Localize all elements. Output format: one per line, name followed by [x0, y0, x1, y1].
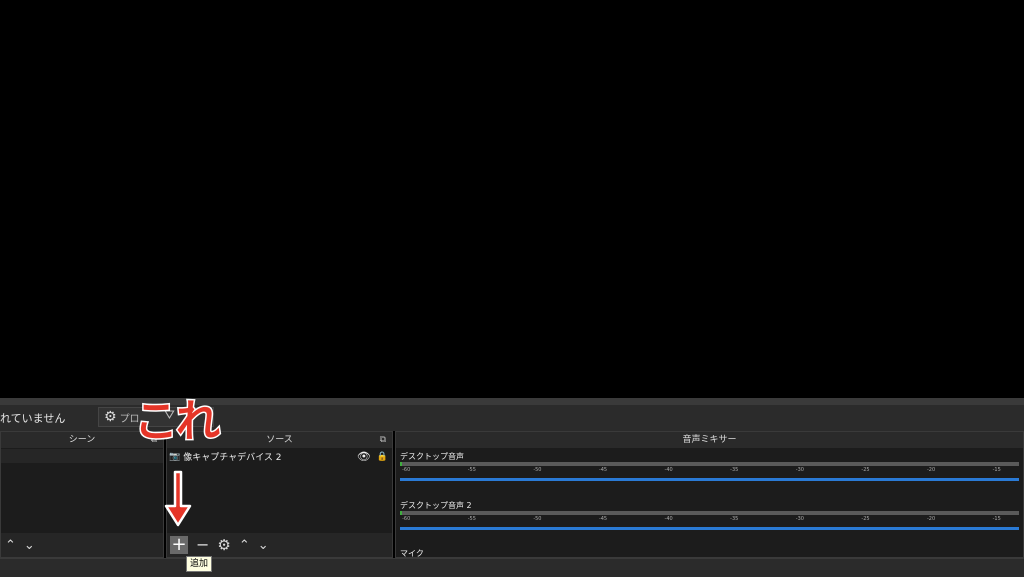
meter-tick-label: -30: [795, 467, 804, 473]
track-name: デスクトップ音声 2: [400, 501, 472, 510]
undock-icon[interactable]: ⧉: [380, 432, 386, 448]
meter-tick-label: -35: [730, 467, 739, 473]
scene-list-item[interactable]: [1, 449, 163, 463]
source-name: 像キャプチャデバイス 2: [183, 453, 282, 463]
sources-panel: ソース ⧉ 📷 像キャプチャデバイス 2 👁 🔒 + − ⚙ ⌃ ⌄: [166, 431, 393, 558]
meter-ticks: -60 -55 -50 -45 -40 -35 -30 -25 -20 -15: [400, 516, 1019, 525]
chevron-down-icon[interactable]: ⌄: [258, 539, 269, 552]
mixer-track: デスクトップ音声 -60 -55 -50 -45 -40 -35 -30 -25 -20 -15: [400, 451, 1023, 491]
camera-icon: 📷: [169, 451, 181, 462]
lock-icon[interactable]: 🔒: [377, 452, 388, 462]
add-button[interactable]: +: [170, 536, 188, 554]
panel-header: 音声ミキサー: [396, 432, 1023, 448]
meter-tick-label: -40: [664, 467, 673, 473]
gear-icon[interactable]: ⚙: [217, 537, 230, 553]
meter-tick-label: -35: [730, 516, 739, 522]
meter-tick-label: -55: [467, 516, 476, 522]
meter-tick-label: -60: [402, 467, 411, 473]
volume-slider[interactable]: [400, 527, 1019, 530]
meter-tick-label: -50: [533, 467, 542, 473]
meter-tick-label: -20: [927, 467, 936, 473]
level-meter: [400, 462, 1019, 466]
meter-tick-label: -25: [861, 516, 870, 522]
eye-icon[interactable]: 👁: [357, 450, 371, 463]
meter-tick-label: -45: [598, 516, 608, 522]
mixer-track: マイク: [400, 548, 1023, 558]
meter-tick-label: -40: [664, 516, 673, 522]
volume-slider[interactable]: [400, 478, 1019, 481]
level-indicator: [400, 462, 402, 466]
annotation-arrow-icon: [164, 470, 192, 527]
scenes-panel: シーン ⧉ ⌃ ⌄: [0, 431, 164, 558]
level-meter: [400, 511, 1019, 515]
meter-tick-label: -45: [598, 467, 608, 473]
meter-tick-label: -60: [402, 516, 411, 522]
status-bar: [0, 558, 1024, 577]
mixer-title: 音声ミキサー: [682, 435, 737, 445]
scenes-toolbar: ⌃ ⌄: [1, 533, 163, 557]
meter-tick-label: -20: [927, 516, 936, 522]
chevron-down-icon[interactable]: ⌄: [24, 539, 35, 552]
source-list-item[interactable]: 📷 像キャプチャデバイス 2 👁 🔒: [169, 449, 390, 464]
preview-canvas: [0, 0, 1024, 398]
add-tooltip: 追加: [186, 556, 213, 572]
meter-ticks: -60 -55 -50 -45 -40 -35 -30 -25 -20 -15: [400, 467, 1019, 476]
scenes-title: シーン: [68, 435, 96, 445]
mixer-track: デスクトップ音声 2 -60 -55 -50 -45 -40 -35 -30 -25 -20 -1…: [400, 500, 1023, 540]
remove-button[interactable]: −: [196, 537, 209, 553]
track-name: デスクトップ音声: [400, 452, 464, 461]
sources-title: ソース: [266, 435, 293, 445]
level-indicator: [400, 511, 402, 515]
track-name: マイク: [400, 549, 424, 558]
chevron-up-icon[interactable]: ⌃: [239, 539, 250, 552]
sources-toolbar: + − ⚙ ⌃ ⌄: [167, 533, 392, 557]
meter-tick-label: -25: [861, 467, 870, 473]
meter-tick-label: -50: [533, 516, 542, 522]
meter-tick-label: -15: [992, 467, 1001, 473]
meter-tick-label: -30: [795, 516, 804, 522]
gear-icon: ⚙: [104, 409, 117, 425]
audio-mixer-panel: 音声ミキサー デスクトップ音声 -60 -55 -50 -45 -40 -35 -30 -25…: [395, 431, 1024, 558]
no-source-selected-text: れていません: [0, 412, 66, 425]
chevron-up-icon[interactable]: ⌃: [5, 539, 16, 552]
meter-tick-label: -55: [467, 467, 476, 473]
meter-tick-label: -15: [992, 516, 1001, 522]
annotation-text: これ: [133, 396, 222, 447]
